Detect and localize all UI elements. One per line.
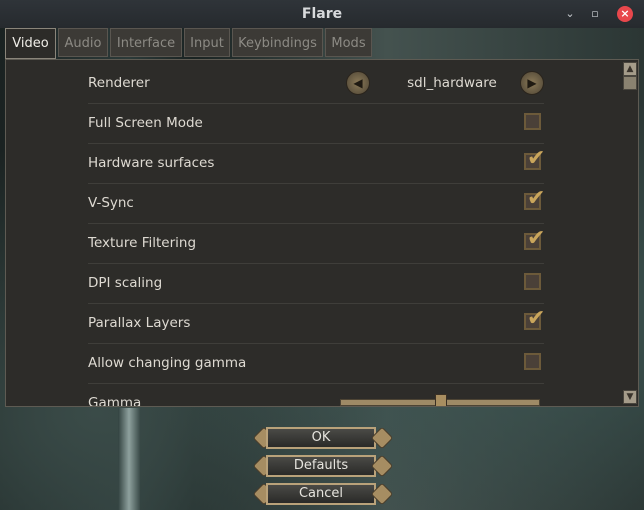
allow-gamma-checkbox[interactable]	[524, 353, 541, 370]
scroll-up-icon[interactable]: ▲	[623, 62, 637, 76]
tab-input[interactable]: Input	[184, 28, 230, 57]
option-row: Texture Filtering ✔	[88, 223, 545, 264]
defaults-button[interactable]: Defaults	[252, 454, 394, 478]
option-row: V-Sync ✔	[88, 183, 545, 224]
renderer-row: Renderer ◀ sdl_hardware ▶	[88, 63, 544, 104]
tab-video[interactable]: Video	[5, 28, 56, 59]
renderer-label: Renderer	[88, 75, 150, 91]
gamma-row: Gamma	[88, 383, 544, 407]
cancel-button[interactable]: Cancel	[252, 482, 394, 506]
option-row: Hardware surfaces ✔	[88, 143, 545, 184]
option-label: Allow changing gamma	[88, 355, 247, 371]
settings-panel: Renderer ◀ sdl_hardware ▶ Full Screen Mo…	[5, 59, 639, 407]
close-icon[interactable]: ×	[617, 6, 633, 22]
option-label: Parallax Layers	[88, 315, 191, 331]
dpi-scaling-checkbox[interactable]	[524, 273, 541, 290]
tab-audio[interactable]: Audio	[58, 28, 108, 57]
maximize-icon[interactable]: ▫	[587, 6, 603, 22]
check-icon: ✔	[527, 226, 546, 251]
hardware-surfaces-checkbox[interactable]: ✔	[524, 148, 545, 170]
full-screen-checkbox[interactable]	[524, 113, 541, 130]
option-label: Texture Filtering	[88, 235, 197, 251]
option-label: Hardware surfaces	[88, 155, 215, 171]
window-title: Flare	[301, 6, 343, 22]
renderer-prev-icon[interactable]: ◀	[346, 71, 370, 95]
gamma-label: Gamma	[88, 395, 142, 407]
check-icon: ✔	[527, 186, 546, 211]
scrollbar[interactable]: ▲ ▼	[623, 62, 637, 404]
scroll-down-icon[interactable]: ▼	[623, 390, 637, 404]
check-icon: ✔	[527, 306, 546, 331]
scrollbar-thumb[interactable]	[623, 76, 637, 90]
option-row: Full Screen Mode	[88, 103, 544, 144]
ok-button[interactable]: OK	[252, 426, 394, 450]
renderer-value: sdl_hardware	[407, 75, 497, 91]
minimize-icon[interactable]: ⌄	[562, 6, 578, 22]
option-label: Full Screen Mode	[88, 115, 203, 131]
parallax-layers-checkbox[interactable]: ✔	[524, 308, 545, 330]
cancel-button-label[interactable]: Cancel	[266, 483, 376, 505]
background-pillar	[118, 408, 140, 510]
renderer-next-icon[interactable]: ▶	[520, 71, 544, 95]
option-row: DPI scaling	[88, 263, 544, 304]
option-row: Parallax Layers ✔	[88, 303, 545, 344]
gamma-slider-thumb[interactable]	[435, 394, 447, 406]
option-row: Allow changing gamma	[88, 343, 544, 384]
gamma-slider[interactable]	[340, 394, 540, 406]
ok-button-label[interactable]: OK	[266, 427, 376, 449]
tab-mods[interactable]: Mods	[325, 28, 372, 57]
texture-filtering-checkbox[interactable]: ✔	[524, 228, 545, 250]
vsync-checkbox[interactable]: ✔	[524, 188, 545, 210]
check-icon: ✔	[527, 146, 546, 171]
tab-keybindings[interactable]: Keybindings	[232, 28, 323, 57]
option-label: DPI scaling	[88, 275, 163, 291]
defaults-button-label[interactable]: Defaults	[266, 455, 376, 477]
option-label: V-Sync	[88, 195, 134, 211]
tab-interface[interactable]: Interface	[110, 28, 182, 57]
title-bar: Flare ⌄ ▫ ×	[0, 0, 644, 28]
